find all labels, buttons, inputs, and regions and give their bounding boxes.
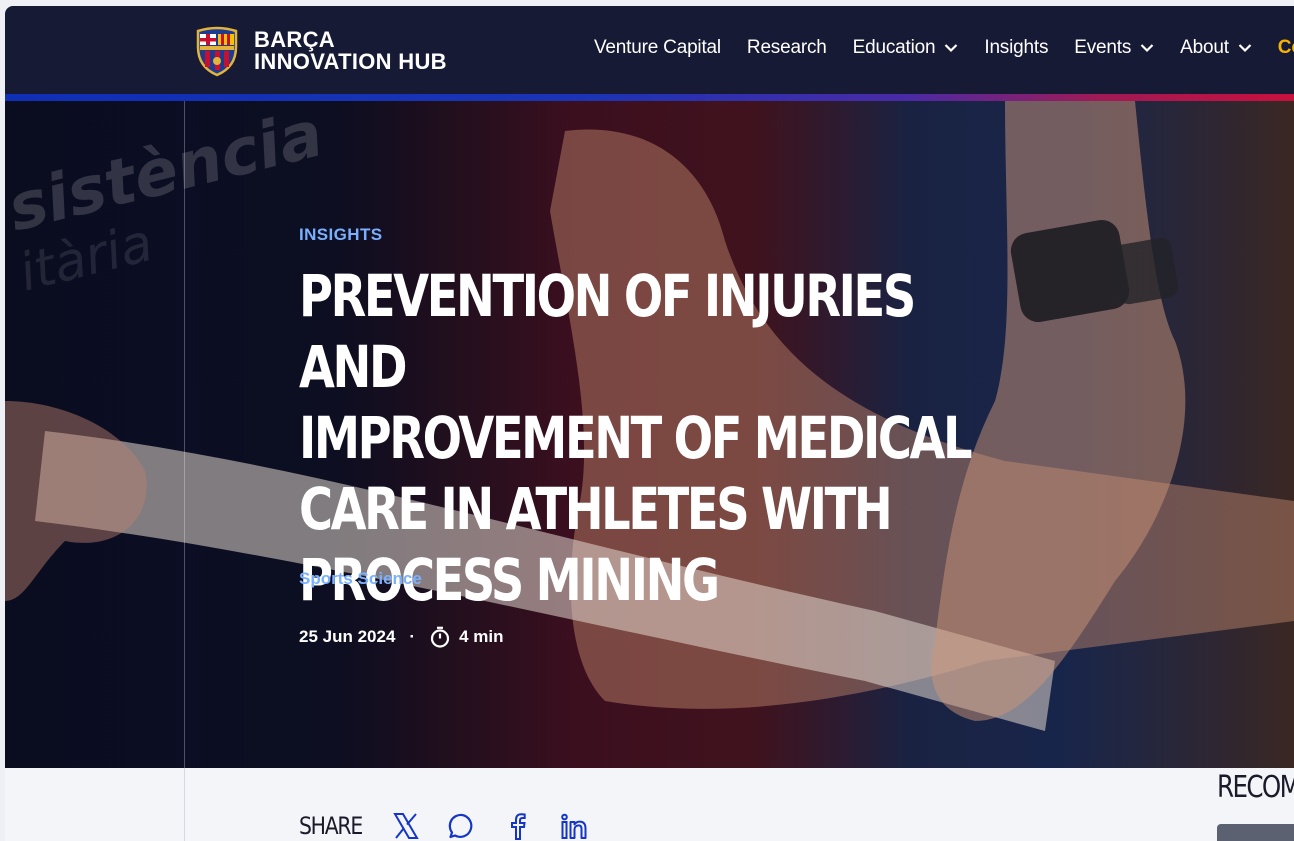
article-category[interactable]: INSIGHTS	[299, 225, 999, 245]
header-accent-line	[5, 94, 1294, 101]
share-bar: SHARE	[299, 811, 589, 841]
brand-name-line2: INNOVATION HUB	[254, 49, 447, 74]
nav-label: Research	[746, 37, 827, 58]
meta-separator: ·	[409, 627, 416, 646]
chevron-down-icon	[945, 44, 958, 53]
nav-item-insights[interactable]: Insights	[984, 37, 1048, 59]
hero-divider	[184, 101, 185, 768]
brand-logo-link[interactable]: BARÇA INNOVATION HUB	[192, 25, 447, 77]
chevron-down-icon	[1140, 44, 1154, 53]
brand-name-line1: BARÇA	[254, 27, 335, 52]
facebook-icon[interactable]	[503, 811, 533, 841]
article-title-line: IMPROVEMENT OF MEDICAL	[299, 404, 973, 472]
brand-name: BARÇA INNOVATION HUB	[254, 29, 447, 73]
share-label: SHARE	[299, 812, 363, 840]
article-meta: 25 Jun 2024 · 4 min	[299, 626, 503, 648]
x-icon[interactable]	[391, 811, 421, 841]
recommended-thumbnail[interactable]	[1217, 824, 1294, 841]
linkedin-icon[interactable]	[559, 811, 589, 841]
nav-item-education[interactable]: Education	[853, 37, 959, 59]
read-time: 4 min	[459, 627, 504, 646]
article-body-top: SHARE RECOM	[5, 768, 1294, 841]
content-divider	[184, 768, 185, 841]
nav-item-venture-capital[interactable]: Venture Capital	[594, 37, 721, 59]
nav-item-research[interactable]: Research	[747, 37, 827, 59]
fcb-crest-icon	[196, 26, 238, 77]
article-hero: sistència itària INSIGHTS PREVENTION OF …	[5, 101, 1294, 768]
nav-label: About	[1180, 37, 1229, 58]
hero-content: INSIGHTS PREVENTION OF INJURIES AND IMPR…	[299, 225, 999, 648]
recommended-heading: RECOM	[1217, 770, 1294, 805]
stopwatch-icon	[430, 626, 450, 648]
publish-date: 25 Jun 2024	[299, 627, 396, 646]
article-title-line: PREVENTION OF INJURIES AND	[299, 262, 916, 401]
nav-label: Venture Capital	[594, 37, 721, 58]
nav-item-events[interactable]: Events	[1074, 37, 1154, 59]
nav-label: Events	[1074, 37, 1132, 58]
browser-viewport: BARÇA INNOVATION HUB Venture Capital Res…	[5, 6, 1294, 841]
svg-text:sistència: sistència	[5, 101, 330, 247]
nav-item-about[interactable]: About	[1180, 37, 1252, 59]
article-tag[interactable]: Sports Science	[299, 569, 422, 589]
site-header: BARÇA INNOVATION HUB Venture Capital Res…	[5, 6, 1294, 94]
main-nav: Venture Capital Research Education Insig…	[594, 37, 1294, 59]
whatsapp-icon[interactable]	[447, 811, 477, 841]
chevron-down-icon	[1238, 44, 1252, 53]
article-title-line: CARE IN ATHLETES WITH	[299, 475, 893, 543]
nav-cta-label: Co	[1277, 37, 1294, 58]
nav-label: Education	[852, 37, 936, 58]
nav-label: Insights	[984, 37, 1049, 58]
nav-cta-button[interactable]: Co	[1278, 37, 1294, 59]
article-title: PREVENTION OF INJURIES AND IMPROVEMENT O…	[299, 261, 987, 616]
